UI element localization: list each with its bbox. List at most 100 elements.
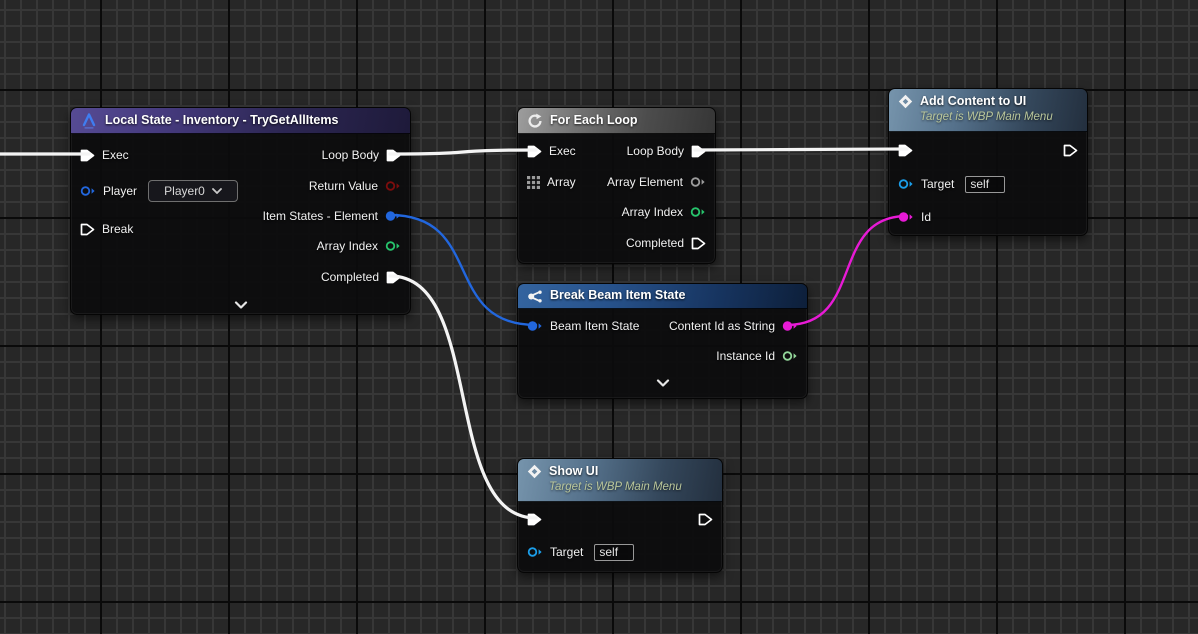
pin-row-target: Target	[527, 541, 634, 563]
break-input-pin[interactable]	[80, 223, 95, 236]
content-id-as-string-output-pin[interactable]	[782, 320, 798, 332]
node-local-state-inventory-trygetallitems[interactable]: Local State - Inventory - TryGetAllItems…	[70, 107, 411, 315]
pin-label: Return Value	[309, 179, 378, 193]
player-input-pin[interactable]	[80, 185, 96, 197]
target-input-pin[interactable]	[527, 546, 543, 558]
pin-row-exec: Exec	[527, 140, 576, 162]
pin-row-item-states-element: Item States - Element	[263, 205, 401, 227]
pin-row-array-element: Array Element	[607, 171, 706, 193]
pin-label: Loop Body	[627, 144, 684, 158]
pin-row-completed: Completed	[321, 266, 401, 288]
node-subtitle: Target is WBP Main Menu	[549, 480, 682, 494]
break-struct-icon	[527, 290, 543, 303]
beam-item-state-input-pin[interactable]	[527, 320, 543, 332]
loop-body-output-pin[interactable]	[691, 145, 706, 158]
pin-row-break: Break	[80, 218, 133, 240]
function-diamond-icon	[898, 94, 913, 109]
pin-label: Array Index	[622, 205, 683, 219]
exec-input-pin[interactable]	[80, 149, 95, 162]
node-header[interactable]: Add Content to UITarget is WBP Main Menu	[889, 89, 1087, 132]
pin-row-array: Array	[527, 171, 576, 193]
node-title: For Each Loop	[550, 113, 638, 129]
loop-icon	[527, 113, 543, 129]
pin-row-completed: Completed	[626, 232, 706, 254]
node-title: Add Content to UI	[920, 94, 1053, 110]
target-input-pin[interactable]	[898, 178, 914, 190]
pin-label: Id	[921, 210, 931, 224]
wire-item-states-to-beam-item-state[interactable]	[390, 215, 536, 325]
node-title: Show UI	[549, 464, 682, 480]
node-header[interactable]: For Each Loop	[518, 108, 715, 134]
target-value-textbox[interactable]	[594, 544, 634, 561]
pin-row-instance-id: Instance Id	[716, 345, 798, 367]
pin-label: Player	[103, 184, 137, 198]
exec-input-pin[interactable]	[527, 513, 542, 526]
node-subtitle: Target is WBP Main Menu	[920, 110, 1053, 124]
pin-label: Content Id as String	[669, 319, 775, 333]
pin-label: Item States - Element	[263, 209, 378, 223]
exec-input-pin[interactable]	[898, 144, 913, 157]
pin-label: Instance Id	[716, 349, 775, 363]
function-diamond-icon	[527, 464, 542, 479]
completed-output-pin[interactable]	[691, 237, 706, 250]
node-add-content-to-ui[interactable]: Add Content to UITarget is WBP Main Menu…	[888, 88, 1088, 236]
pin-row-beam-item-state: Beam Item State	[527, 315, 639, 337]
item-states-element-output-pin[interactable]	[385, 210, 401, 222]
instance-id-output-pin[interactable]	[782, 350, 798, 362]
wire-exec-loop-body-to-for-each[interactable]	[390, 150, 536, 154]
exec-input-pin[interactable]	[527, 145, 542, 158]
node-for-each-loop[interactable]: For Each Loop Exec Array Loop Body Array Ele…	[517, 107, 716, 264]
pin-row-exec	[1063, 139, 1078, 161]
pin-row-exec: Exec	[80, 144, 129, 166]
exec-output-pin[interactable]	[698, 513, 713, 526]
return-value-output-pin[interactable]	[385, 180, 401, 192]
lambda-logo-icon	[80, 112, 98, 130]
node-title: Local State - Inventory - TryGetAllItems	[105, 113, 338, 129]
pin-row-loop-body: Loop Body	[322, 144, 401, 166]
pin-row-target: Target	[898, 173, 1005, 195]
array-index-output-pin[interactable]	[690, 206, 706, 218]
pin-label: Exec	[549, 144, 576, 158]
pin-label: Loop Body	[322, 148, 379, 162]
id-input-pin[interactable]	[898, 211, 914, 223]
pin-label: Completed	[626, 236, 684, 250]
pin-label: Array Element	[607, 175, 683, 189]
array-index-output-pin[interactable]	[385, 240, 401, 252]
pin-label: Beam Item State	[550, 319, 639, 333]
array-input-pin[interactable]	[527, 176, 540, 189]
pin-row-player: Player Player0	[80, 180, 238, 202]
pin-row-exec	[698, 508, 713, 530]
pin-row-loop-body: Loop Body	[627, 140, 706, 162]
pin-label: Array Index	[317, 239, 378, 253]
exec-output-pin[interactable]	[1063, 144, 1078, 157]
blueprint-graph-canvas[interactable]: Local State - Inventory - TryGetAllItems…	[0, 0, 1198, 634]
pin-row-return-value: Return Value	[309, 175, 401, 197]
pin-label: Completed	[321, 270, 379, 284]
node-show-ui[interactable]: Show UITarget is WBP Main Menu Target	[517, 458, 723, 573]
pin-label: Target	[921, 177, 954, 191]
expand-advanced-pins-button[interactable]	[71, 297, 410, 311]
pin-row-exec	[527, 508, 542, 530]
pin-label: Array	[547, 175, 576, 189]
expand-advanced-pins-button[interactable]	[518, 375, 807, 389]
node-header[interactable]: Local State - Inventory - TryGetAllItems	[71, 108, 410, 134]
pin-label: Break	[102, 222, 133, 236]
pin-row-content-id-as-string: Content Id as String	[669, 315, 798, 337]
node-break-beam-item-state[interactable]: Break Beam Item State Beam Item State Cont…	[517, 283, 808, 399]
wire-exec-loop-body-to-add-content[interactable]	[695, 149, 907, 150]
target-value-textbox[interactable]	[965, 176, 1005, 193]
pin-row-id: Id	[898, 206, 931, 228]
array-element-output-pin[interactable]	[690, 176, 706, 188]
node-header[interactable]: Break Beam Item State	[518, 284, 807, 309]
loop-body-output-pin[interactable]	[386, 149, 401, 162]
pin-row-array-index: Array Index	[622, 201, 706, 223]
pin-label: Exec	[102, 148, 129, 162]
completed-output-pin[interactable]	[386, 271, 401, 284]
pin-row-exec	[898, 139, 913, 161]
pin-label: Target	[550, 545, 583, 559]
node-title: Break Beam Item State	[550, 288, 685, 304]
pin-row-array-index: Array Index	[317, 235, 401, 257]
node-header[interactable]: Show UITarget is WBP Main Menu	[518, 459, 722, 502]
player-dropdown[interactable]: Player0	[148, 180, 238, 202]
wire-exec-completed-to-show-ui[interactable]	[390, 276, 536, 518]
